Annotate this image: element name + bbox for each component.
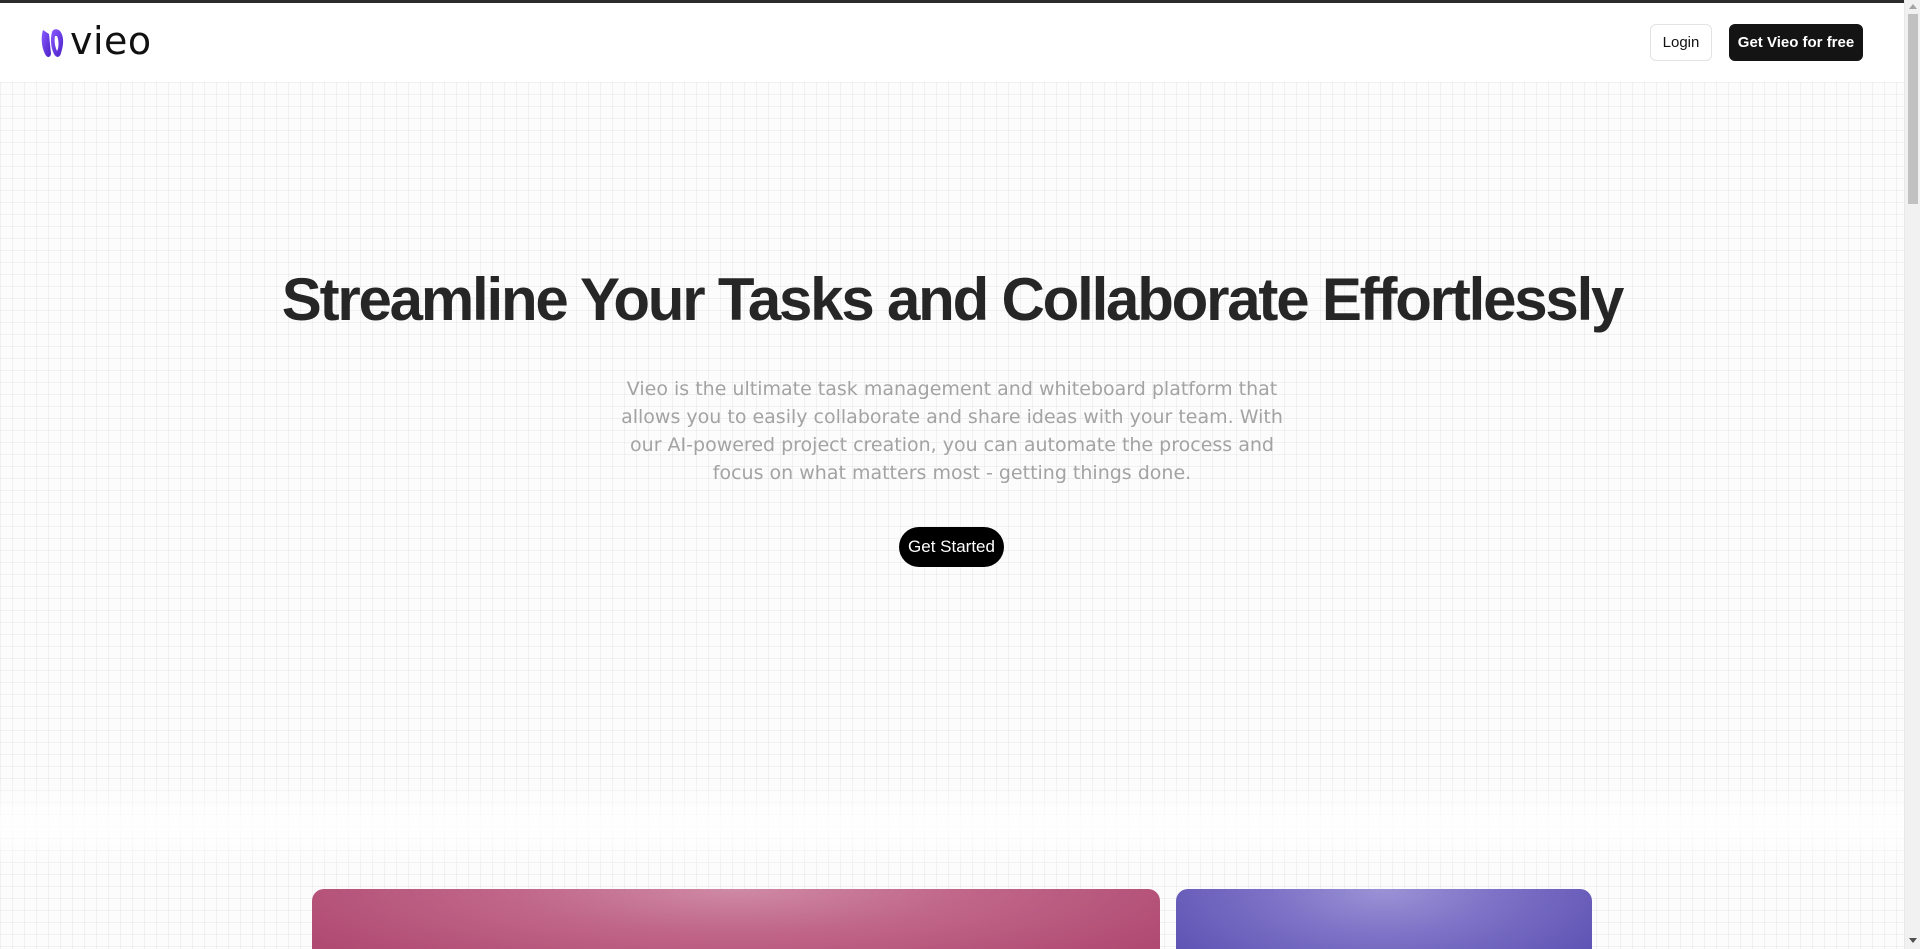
brand-logo[interactable]: vieo [40, 20, 152, 66]
scroll-down-arrow-icon[interactable] [1909, 938, 1917, 943]
logo-wordmark: vieo [70, 19, 152, 63]
scrollbar-thumb[interactable] [1908, 14, 1918, 204]
site-header: vieo Login Get Vieo for free [0, 3, 1904, 82]
get-vieo-free-button[interactable]: Get Vieo for free [1729, 24, 1863, 61]
window-top-border [0, 0, 1904, 3]
page: vieo Login Get Vieo for free Streamline … [0, 0, 1904, 949]
login-button[interactable]: Login [1650, 24, 1712, 61]
feature-card-pink [312, 889, 1160, 949]
grid-fade [0, 780, 1904, 870]
feature-card-purple [1176, 889, 1592, 949]
vieo-logo-mark-icon [41, 29, 64, 57]
vertical-scrollbar[interactable] [1904, 0, 1920, 949]
hero-subtitle: Vieo is the ultimate task management and… [621, 378, 1283, 484]
scroll-up-arrow-icon[interactable] [1909, 4, 1917, 9]
hero-title: Streamline Your Tasks and Collaborate Ef… [281, 266, 1625, 333]
get-started-button[interactable]: Get Started [899, 527, 1004, 567]
